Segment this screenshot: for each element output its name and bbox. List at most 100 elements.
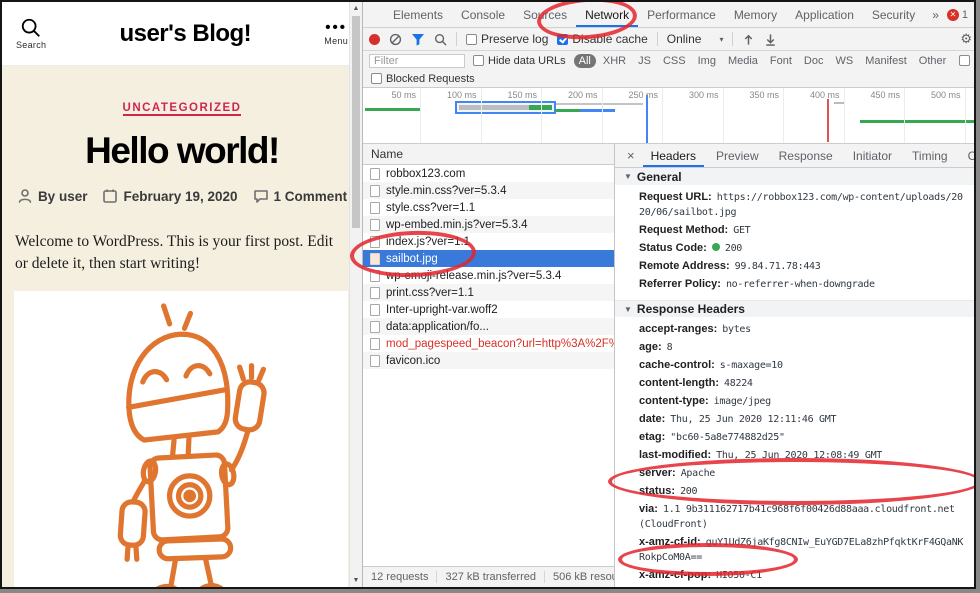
disable-cache-checkbox[interactable]: Disable cache [557, 32, 647, 46]
blog-content: UNCATEGORIZED Hello world! By user Febru… [2, 66, 362, 587]
devtools-tab-elements[interactable]: Elements [384, 2, 452, 27]
filter-pill-manifest[interactable]: Manifest [860, 54, 912, 68]
scrollbar-up-arrow[interactable]: ▲ [350, 2, 362, 15]
category-link[interactable]: UNCATEGORIZED [123, 102, 242, 116]
post-date-text: February 19, 2020 [123, 189, 237, 204]
network-overview[interactable]: 50 ms100 ms150 ms200 ms250 ms300 ms350 m… [363, 88, 976, 144]
timeline-gridline [904, 88, 905, 143]
details-tab-initiator[interactable]: Initiator [845, 144, 900, 167]
import-har-icon[interactable] [742, 33, 755, 46]
more-tabs-button[interactable]: » [926, 8, 945, 22]
request-row-favicon-ico[interactable]: favicon.ico [363, 352, 614, 369]
request-list-header[interactable]: Name [363, 144, 614, 165]
header-value: GET [733, 225, 750, 236]
overview-bar-gray-dash [834, 102, 844, 104]
details-close-icon[interactable]: × [623, 148, 639, 163]
filter-pill-all[interactable]: All [574, 54, 596, 68]
filter-pill-js[interactable]: JS [633, 54, 656, 68]
details-tab-timing[interactable]: Timing [904, 144, 956, 167]
response-age-: age:8 [615, 338, 976, 356]
post-date-link[interactable]: February 19, 2020 [102, 188, 237, 204]
filter-pill-ws[interactable]: WS [830, 54, 858, 68]
request-row-style-css-ver-1-1[interactable]: style.css?ver=1.1 [363, 199, 614, 216]
request-row-robbox123-com[interactable]: robbox123.com [363, 165, 614, 182]
devtools-tab-console[interactable]: Console [452, 2, 514, 27]
network-status-bar: 12 requests327 kB transferred506 kB reso… [363, 566, 614, 587]
general-referrer-policy-: Referrer Policy:no-referrer-when-downgra… [615, 275, 976, 293]
request-row-wp-embed-min-js-ver-5-3-4[interactable]: wp-embed.min.js?ver=5.3.4 [363, 216, 614, 233]
general-request-method-: Request Method:GET [615, 221, 976, 239]
devtools-tab-security[interactable]: Security [863, 2, 924, 27]
filter-pill-font[interactable]: Font [765, 54, 797, 68]
blog-pane: Search user's Blog! ••• Menu UNCATEGORIZ… [2, 2, 362, 587]
filter-pill-doc[interactable]: Doc [799, 54, 829, 68]
request-row-inter-upright-var-woff2[interactable]: Inter-upright-var.woff2 [363, 301, 614, 318]
error-badge[interactable]: ✕ 1 [947, 9, 968, 21]
header-value: "bc60-5a8e774882d25" [670, 432, 784, 443]
header-name: Remote Address: [639, 260, 730, 272]
preserve-log-box[interactable] [466, 34, 477, 45]
header-name: content-type: [639, 395, 709, 407]
response-date-: date:Thu, 25 Jun 2020 12:11:46 GMT [615, 410, 976, 428]
blog-scrollbar[interactable]: ▲ ▼ [349, 2, 362, 587]
devtools-tab-application[interactable]: Application [786, 2, 863, 27]
request-row-print-css-ver-1-1[interactable]: print.css?ver=1.1 [363, 284, 614, 301]
comment-icon [253, 188, 269, 204]
throttling-dropdown[interactable]: Online ▾ [667, 32, 724, 46]
blocked-requests-checkbox[interactable]: Blocked Requests [371, 73, 475, 85]
devtools-tab-network[interactable]: Network [576, 2, 638, 27]
request-row-wp-emoji-release-min-js-ver-5-[interactable]: wp-emoji-release.min.js?ver=5.3.4 [363, 267, 614, 284]
scrollbar-down-arrow[interactable]: ▼ [350, 574, 362, 587]
details-tab-preview[interactable]: Preview [708, 144, 767, 167]
comments-link[interactable]: 1 Comment [253, 188, 348, 204]
scrollbar-thumb[interactable] [352, 16, 360, 228]
request-row-sailbot-jpg[interactable]: sailbot.jpg [363, 250, 614, 267]
filter-input[interactable] [369, 54, 465, 68]
details-tab-response[interactable]: Response [771, 144, 841, 167]
timeline-gridline [783, 88, 784, 143]
network-settings-gear-icon[interactable]: ⚙ [960, 32, 972, 46]
timeline-gridline [965, 88, 966, 143]
blocked-requests-row: Blocked Requests [363, 70, 976, 88]
document-file-icon [370, 185, 380, 197]
header-value: 200 [725, 243, 742, 254]
devtools-tab-performance[interactable]: Performance [638, 2, 725, 27]
clear-icon[interactable] [389, 33, 402, 46]
devtools-tab-memory[interactable]: Memory [725, 2, 786, 27]
request-row-style-min-css-ver-5-3-4[interactable]: style.min.css?ver=5.3.4 [363, 182, 614, 199]
request-row-data-application-fo-[interactable]: data:application/fo... [363, 318, 614, 335]
filter-pill-xhr[interactable]: XHR [598, 54, 631, 68]
overview-bar-blue [580, 109, 615, 112]
error-count: 1 [962, 9, 968, 21]
filter-pill-other[interactable]: Other [914, 54, 952, 68]
devtools-tab-sources[interactable]: Sources [514, 2, 576, 27]
menu-button[interactable]: ••• Menu [324, 21, 348, 46]
hide-data-urls-checkbox[interactable]: Hide data URLs [473, 55, 566, 67]
overview-load-line [827, 99, 829, 142]
has-blocked-cookies-checkbox[interactable]: Has blocked cookies [959, 55, 976, 67]
filter-funnel-icon[interactable] [411, 33, 425, 46]
document-file-icon [370, 168, 380, 180]
response-via-: via:1.1 9b311162717b41c968f6f00426d88aaa… [615, 500, 976, 533]
request-row-mod-pagespeed-beacon-url-http-[interactable]: mod_pagespeed_beacon?url=http%3A%2F%2Fro… [363, 335, 614, 352]
search-button[interactable]: Search [16, 17, 46, 50]
record-button[interactable] [369, 34, 380, 45]
error-icon: ✕ [947, 9, 959, 21]
export-har-icon[interactable] [764, 33, 777, 46]
filter-pill-media[interactable]: Media [723, 54, 763, 68]
request-row-index-js-ver-1-1[interactable]: index.js?ver=1.1 [363, 233, 614, 250]
section-response-headers[interactable]: ▼ Response Headers [615, 300, 976, 317]
details-tab-headers[interactable]: Headers [643, 144, 704, 167]
details-tab-cookies[interactable]: Cookies [960, 144, 976, 167]
post-paragraph: Welcome to WordPress. This is your first… [15, 231, 349, 276]
timeline-tick-label: 200 ms [554, 90, 598, 100]
header-name: x-cache: [639, 587, 684, 588]
disable-cache-box[interactable] [557, 34, 568, 45]
image-file-icon [370, 253, 380, 265]
search-requests-icon[interactable] [434, 33, 447, 46]
section-general[interactable]: ▼ General [615, 168, 976, 185]
author-link[interactable]: By user [17, 188, 88, 204]
preserve-log-checkbox[interactable]: Preserve log [466, 32, 548, 46]
filter-pill-img[interactable]: Img [693, 54, 721, 68]
filter-pill-css[interactable]: CSS [658, 54, 691, 68]
